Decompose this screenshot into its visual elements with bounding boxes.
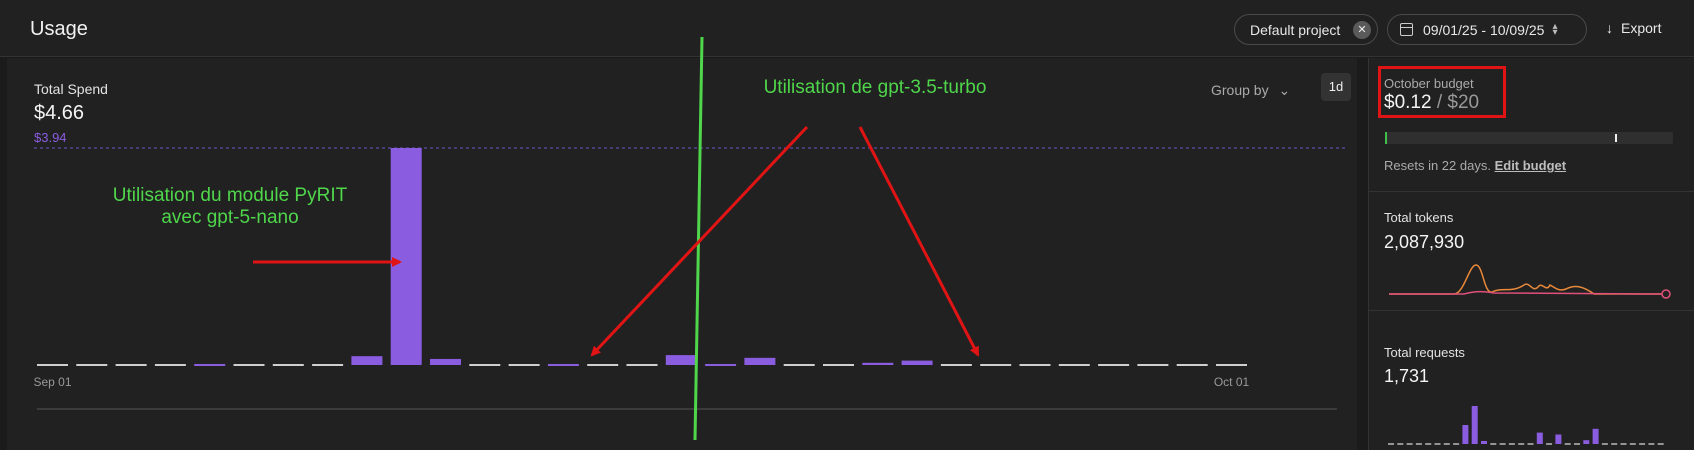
requests-bar-group (1388, 406, 1664, 445)
budget-progress-bar (1385, 132, 1673, 144)
total-tokens-value: 2,087,930 (1384, 232, 1465, 252)
requests-mini-chart (1388, 406, 1664, 445)
divider (1369, 310, 1694, 311)
requests-bar (1481, 440, 1487, 444)
requests-bar (1462, 425, 1469, 444)
resets-text: Resets in 22 days. (1384, 158, 1491, 173)
requests-bar (1592, 428, 1599, 444)
budget-threshold-marker (1615, 134, 1618, 142)
usage-sidebar: October budget $0.12 / $20 Resets in 22 … (1368, 58, 1694, 450)
sparkline-end-marker (1661, 289, 1671, 299)
budget-value: $0.12 / $20 (1384, 92, 1479, 114)
total-tokens-label: Total tokens (1384, 210, 1454, 225)
budget-limit: $20 (1447, 92, 1480, 113)
annotation-arrow-right (858, 126, 980, 357)
budget-progress-fill (1385, 132, 1387, 144)
requests-bar (1536, 432, 1543, 444)
tokens-line-pink (1389, 290, 1663, 295)
total-requests-label: Total requests (1384, 345, 1465, 360)
total-requests-value: 1,731 (1384, 366, 1430, 386)
budget-reset-text: Resets in 22 days. Edit budget (1384, 158, 1566, 173)
budget-separator: / (1431, 92, 1448, 113)
edit-budget-link[interactable]: Edit budget (1495, 158, 1567, 173)
divider (1369, 191, 1694, 192)
budget-label: October budget (1384, 76, 1474, 91)
requests-bar (1555, 434, 1562, 444)
requests-bar (1471, 406, 1478, 444)
tokens-sparkline (1389, 264, 1671, 299)
requests-bar (1583, 440, 1590, 444)
tokens-line-orange (1389, 264, 1662, 295)
budget-spent: $0.12 (1384, 92, 1432, 113)
